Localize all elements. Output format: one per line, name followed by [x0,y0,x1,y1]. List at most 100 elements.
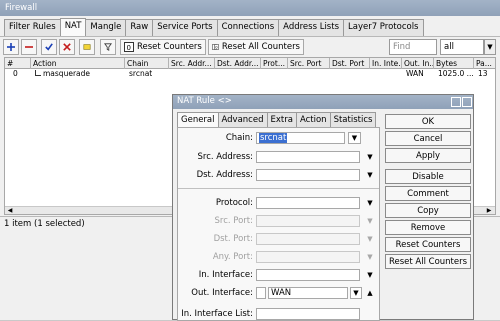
apply-button[interactable]: Apply [385,148,471,163]
out-interface-collapse-icon[interactable]: ▲ [366,289,374,297]
cancel-button[interactable]: Cancel [385,131,471,146]
filter-dropdown-arrow[interactable]: ▼ [484,39,496,55]
masquerade-icon [35,70,41,76]
protocol-dropdown-icon[interactable]: ▼ [366,199,374,207]
in-interface-label: In. Interface: [198,270,253,280]
nat-rule-dialog: NAT Rule <> General Advanced Extra Actio… [172,94,474,321]
dst-address-field[interactable] [256,169,360,181]
any-port-field[interactable] [256,251,360,263]
svg-text:0: 0 [127,44,131,52]
column-protocol[interactable]: Prot... [261,58,288,69]
tab-filter-rules[interactable]: Filter Rules [4,19,61,36]
toolbar: 0 Reset Counters 0 Reset All Counters Fi… [0,36,500,57]
tab-extra[interactable]: Extra [266,112,297,127]
ok-button[interactable]: OK [385,114,471,129]
tab-general[interactable]: General [177,112,219,127]
dst-port-label: Dst. Port: [213,234,253,244]
zero-counters-icon: 0 [212,44,219,50]
disable-rule-button[interactable]: Disable [385,169,471,184]
in-interface-list-field[interactable] [256,308,360,320]
chain-label: Chain: [225,133,253,143]
tab-advanced[interactable]: Advanced [217,112,268,127]
table-header: # Action Chain Src. Addr... Dst. Addr...… [5,58,495,69]
comment-button[interactable] [79,39,95,55]
chain-dropdown-button[interactable]: ▼ [348,132,361,144]
protocol-label: Protocol: [215,198,253,208]
tab-action[interactable]: Action [295,112,331,127]
column-out-interface[interactable]: Out. In... [402,58,434,69]
scroll-left-icon[interactable]: ◀ [6,207,14,215]
tab-address-lists[interactable]: Address Lists [278,19,344,36]
src-port-dropdown-icon[interactable]: ▼ [366,217,374,225]
tab-connections[interactable]: Connections [216,19,280,36]
comment-rule-button[interactable]: Comment [385,186,471,201]
tab-layer7-protocols[interactable]: Layer7 Protocols [343,19,424,36]
src-address-dropdown-icon[interactable]: ▼ [366,153,374,161]
disable-button[interactable] [59,39,75,55]
dialog-reset-all-counters-button[interactable]: Reset All Counters [385,254,471,269]
copy-rule-button[interactable]: Copy [385,203,471,218]
add-button[interactable] [3,39,19,55]
section-divider [178,188,379,189]
out-interface-invert-checkbox[interactable] [256,287,266,299]
dialog-tab-bar: General Advanced Extra Action Statistics [177,112,377,127]
any-port-dropdown-icon[interactable]: ▼ [366,253,374,261]
close-icon[interactable] [462,97,472,107]
filter-select[interactable]: all [440,39,484,55]
scroll-right-icon[interactable]: ▶ [485,207,493,215]
tab-raw[interactable]: Raw [125,19,154,36]
reset-counters-button[interactable]: 0 Reset Counters [120,39,206,55]
src-address-field[interactable] [256,151,360,163]
tab-bar: Filter Rules NAT Mangle Raw Service Port… [4,18,424,36]
tab-statistics[interactable]: Statistics [329,112,377,127]
src-port-field[interactable] [256,215,360,227]
note-icon [83,44,91,50]
restore-icon[interactable] [451,97,461,107]
out-interface-field[interactable]: WAN [268,287,348,299]
dst-port-dropdown-icon[interactable]: ▼ [366,235,374,243]
src-port-label: Src. Port: [214,216,254,226]
table-row[interactable]: 0 masquerade srcnat WAN 1025.0 ... 13 [5,69,495,79]
plus-icon [7,43,15,51]
column-src-port[interactable]: Src. Port [288,58,330,69]
dst-port-field[interactable] [256,233,360,245]
src-address-label: Src. Address: [197,152,254,162]
window-title: Firewall [0,0,500,16]
column-packets[interactable]: Pa... [474,58,495,69]
in-interface-list-label: In. Interface List: [181,309,253,319]
row-number: 0 [13,69,18,78]
find-input[interactable]: Find [389,39,437,55]
reset-counters-label: Reset Counters [137,42,202,52]
remove-rule-button[interactable]: Remove [385,220,471,235]
remove-button[interactable] [21,39,37,55]
column-in-interface[interactable]: In. Inte... [370,58,402,69]
reset-all-counters-label: Reset All Counters [221,42,300,52]
column-src-address[interactable]: Src. Addr... [169,58,215,69]
out-interface-dropdown-button[interactable]: ▼ [350,287,362,299]
column-dst-port[interactable]: Dst. Port [330,58,370,69]
enable-button[interactable] [41,39,57,55]
row-action-label: masquerade [43,69,90,78]
tab-mangle[interactable]: Mangle [85,19,127,36]
tab-service-ports[interactable]: Service Ports [152,19,218,36]
chain-field[interactable]: srcnat [256,132,345,144]
column-number[interactable]: # [5,58,31,69]
any-port-label: Any. Port: [212,252,253,262]
minus-icon [25,46,33,48]
in-interface-dropdown-icon[interactable]: ▼ [366,271,374,279]
dst-address-label: Dst. Address: [196,170,253,180]
tab-nat[interactable]: NAT [59,18,87,36]
column-dst-address[interactable]: Dst. Addr... [215,58,261,69]
dst-address-dropdown-icon[interactable]: ▼ [366,171,374,179]
dialog-reset-counters-button[interactable]: Reset Counters [385,237,471,252]
general-panel: Chain: srcnat ▼ Src. Address: ▼ Dst. Add… [177,127,380,321]
filter-button[interactable] [100,39,116,55]
column-chain[interactable]: Chain [125,58,169,69]
column-action[interactable]: Action [31,58,125,69]
dialog-title: NAT Rule <> [177,96,232,106]
in-interface-field[interactable] [256,269,360,281]
column-bytes[interactable]: Bytes [434,58,474,69]
checkmark-icon [45,43,53,51]
reset-all-counters-button[interactable]: 0 Reset All Counters [208,39,304,55]
protocol-field[interactable] [256,197,360,209]
